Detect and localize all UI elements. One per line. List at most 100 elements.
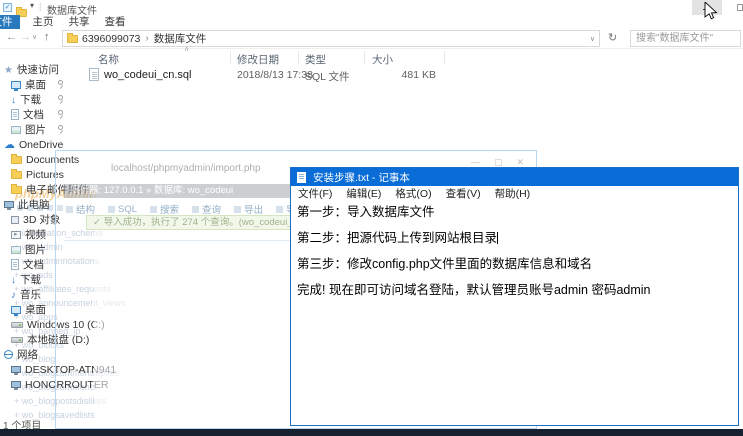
phpmyadmin-tab[interactable]: 结构 [66,202,95,216]
address-bar-row: ← → ∨ ↑ 6396099073 › 数据库文件 ∨ ↻ 搜索"数据库文件" [0,29,743,49]
sidebar-item-label: 下载 [20,272,41,287]
properties-icon[interactable]: ✓ [3,3,12,12]
refresh-icon[interactable]: ↻ [608,31,617,44]
network-icon [4,350,13,359]
menu-file[interactable]: 文件(F) [291,186,339,201]
pic-icon [11,126,21,134]
menu-view[interactable]: 查看(V) [439,186,488,201]
tab-icon [192,206,199,213]
tab-icon [108,206,115,213]
history-chevron-icon[interactable]: ∨ [32,33,37,41]
sidebar-item-label: 音乐 [20,287,41,302]
box-icon [11,216,19,224]
sort-ascending-icon: ∧ [184,45,189,53]
drive-icon [11,322,23,328]
browser-url[interactable]: localhost/phpmyadmin/import.php [111,163,261,174]
notepad-line: 第一步：导入数据库文件 [297,206,738,219]
sidebar-item-label: 下载 [20,92,41,107]
sidebar-item-label: 此电脑 [18,197,50,212]
back-icon[interactable]: ← [6,31,17,43]
notepad-line: 完成! 现在即可访问域名登陆，默认管理员账号admin 密码admin [297,284,738,297]
up-icon[interactable]: ↑ [44,31,50,43]
phpmyadmin-tab[interactable]: 查询 [192,202,221,216]
sidebar-item-2[interactable]: 下载 [0,92,90,107]
notepad-titlebar[interactable]: 安装步骤.txt - 记事本 [291,168,738,186]
column-size[interactable]: 大小 [372,52,393,67]
mouse-cursor [704,2,718,21]
phpmyadmin-tab[interactable]: 搜索 [150,202,179,216]
pc-icon [11,366,21,373]
text-caret [497,232,498,244]
sidebar-item-label: OneDrive [19,139,63,151]
folder-icon [11,186,22,194]
ribbon-tabs: 文件 主页 共享 查看 [0,15,743,29]
explorer-titlebar[interactable]: ✓ ▾ | 数据库文件 [0,0,743,15]
download-icon [11,94,16,106]
address-dropdown-icon[interactable]: ∨ [590,35,595,43]
sidebar-item-label: 桌面 [25,77,46,92]
folder-icon [67,35,78,43]
tab-share[interactable]: 共享 [62,15,96,29]
star-icon [4,64,13,76]
sidebar-item-label: 快速访问 [17,62,59,77]
column-name[interactable]: 名称 [98,52,119,67]
tab-icon [150,206,157,213]
monitor-icon [11,81,21,89]
video-icon [11,231,21,239]
file-name[interactable]: wo_codeui_cn.sql [104,69,191,81]
cloud-icon [4,138,15,151]
sidebar-item-4[interactable]: 图片 [0,122,90,137]
tab-icon [66,206,73,213]
menu-help[interactable]: 帮助(H) [488,186,538,201]
desktop: ✓ ▾ | 数据库文件 文件 主页 共享 查看 ← → ∨ ↑ 63960990… [0,0,743,436]
search-input[interactable]: 搜索"数据库文件" [630,30,741,47]
doc-icon [11,109,19,120]
sidebar-item-label: 图片 [25,122,46,137]
column-modified[interactable]: 修改日期 [237,52,279,67]
sidebar-item-3[interactable]: 文档 [0,107,90,122]
tab-file[interactable]: 文件 [0,15,20,29]
folder-icon [11,156,22,164]
file-size: 481 KB [370,69,436,81]
notepad-line: 第二步：把源代码上传到网站根目录 [297,232,738,245]
file-row[interactable]: wo_codeui_cn.sql 2018/8/13 17:38 SQL 文件 … [0,68,743,83]
phpmyadmin-tab[interactable]: 导出 [234,202,263,216]
tab-icon [234,206,241,213]
search-placeholder: 搜索"数据库文件" [636,33,713,44]
music-icon [11,289,16,301]
notepad-title: 安装步骤.txt - 记事本 [313,170,410,185]
pin-icon [58,95,63,100]
notepad-text-area[interactable]: 第一步：导入数据库文件第二步：把源代码上传到网站根目录第三步：修改config.… [291,200,738,425]
sidebar-item-0[interactable]: 快速访问 [0,62,90,77]
pin-icon [58,110,63,115]
tab-home[interactable]: 主页 [26,15,60,29]
sidebar-item-label: 图片 [25,242,46,257]
drive-icon [11,337,23,343]
notepad-line: 第三步：修改config.php文件里面的数据库信息和域名 [297,258,738,271]
sidebar-item-label: 网络 [17,347,38,362]
breadcrumb-current[interactable]: 数据库文件 [154,31,207,46]
notepad-icon [297,172,306,183]
column-type[interactable]: 类型 [305,52,326,67]
forward-icon[interactable]: → [20,31,31,43]
sidebar-item-label: 文档 [23,257,44,272]
download-icon [11,274,16,286]
address-bar[interactable]: 6396099073 › 数据库文件 ∨ [62,30,600,47]
sidebar-item-label: 桌面 [25,302,46,317]
menu-edit[interactable]: 编辑(E) [339,186,388,201]
sidebar-item-label: 文档 [23,107,44,122]
breadcrumb-separator: › [145,33,148,44]
sql-file-icon [89,68,99,81]
menu-format[interactable]: 格式(O) [388,186,438,201]
pin-icon [58,125,63,130]
pin-icon [58,80,63,85]
file-modified: 2018/8/13 17:38 [237,69,313,81]
sidebar-item-1[interactable]: 桌面 [0,77,90,92]
tab-view[interactable]: 查看 [98,15,132,29]
phpmyadmin-tab[interactable]: SQL [108,202,137,216]
pc-icon [4,201,14,208]
maximize-button[interactable] [737,4,743,11]
chevron-down-icon[interactable]: ▾ [30,1,34,10]
taskbar[interactable] [0,429,743,436]
breadcrumb-root[interactable]: 6396099073 [82,33,140,45]
